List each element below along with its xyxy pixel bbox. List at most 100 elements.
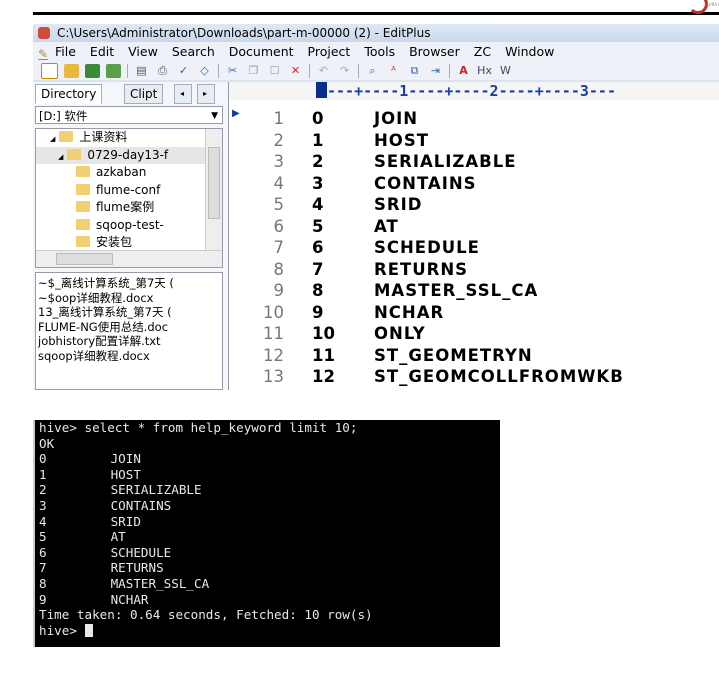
row-id: 6 [39, 544, 47, 560]
browser-icon[interactable]: ◇ [197, 64, 212, 78]
line-keyword: RETURNS [374, 259, 469, 279]
folder-tree: ◢ 上课资料 ◢ 0729-day13-f azkaban flume-conf f… [35, 128, 223, 268]
open-folder-icon[interactable] [64, 63, 79, 78]
line-id: 10 [312, 324, 335, 343]
file-item[interactable]: ~$_离线计算系统_第7天 ( [38, 276, 220, 291]
tree-item[interactable]: ◢ 上课资料 [36, 129, 222, 147]
line-number: 2 [273, 130, 285, 150]
terminal-row: 2 SERIALIZABLE [39, 482, 500, 498]
tab-directory[interactable]: Directory [35, 84, 103, 104]
tree-vertical-scrollbar[interactable] [205, 129, 222, 251]
file-item[interactable]: ~$oop详细教程.docx [38, 291, 220, 306]
file-item[interactable]: jobhistory配置详解.txt [38, 334, 220, 349]
menu-tools[interactable]: Tools [364, 44, 395, 59]
row-keyword: HOST [110, 466, 141, 482]
terminal-cutoff-line [33, 413, 500, 420]
row-keyword: RETURNS [110, 560, 164, 576]
line-keyword: NCHAR [374, 302, 445, 322]
tree-item[interactable]: ◢ 0729-day13-f [36, 146, 222, 164]
tree-item[interactable]: azkaban [36, 164, 222, 182]
row-keyword: AT [110, 529, 126, 545]
undo-icon[interactable]: ↶ [316, 64, 331, 78]
find-in-files-icon[interactable]: ⧉ [407, 64, 422, 78]
toolbar: ▤ ⎙ ✓ ◇ ✂ ❐ ☐ ✕ ↶ ↷ ⌕ ᴬ ⧉ ⇥ A Hx W [33, 61, 719, 80]
line-keyword: HOST [374, 130, 429, 150]
tree-item[interactable]: flume-conf [36, 182, 222, 200]
row-keyword: NCHAR [110, 591, 149, 607]
tab-cliptext[interactable]: Clipt [124, 84, 164, 104]
line-number: 9 [273, 281, 285, 300]
drive-value: [D:] 软件 [39, 109, 88, 123]
tree-item[interactable]: flume案例 [36, 199, 222, 217]
row-id: 0 [39, 451, 47, 467]
word-wrap-icon[interactable]: W [498, 64, 513, 78]
replace-icon[interactable]: ᴬ [386, 64, 401, 78]
row-id: 4 [39, 513, 47, 529]
paste-icon[interactable]: ☐ [267, 64, 282, 78]
goto-line-icon[interactable]: ⇥ [428, 64, 443, 78]
line-keyword: SERIALIZABLE [374, 152, 517, 171]
row-keyword: JOIN [110, 451, 141, 467]
editor-lines: 1 0 JOIN 2 1 HOST 3 2 SERIALIZABLE 4 3 CONTAINS 5 4 SR… [229, 108, 719, 388]
line-keyword: JOIN [374, 109, 419, 128]
print-icon[interactable]: ⎙ [155, 64, 170, 78]
save-icon[interactable] [85, 63, 100, 78]
row-keyword: SCHEDULE [110, 544, 172, 560]
terminal-row: 0 JOIN [39, 451, 500, 467]
tree-item[interactable]: 安装包 [36, 234, 222, 252]
line-id: 2 [312, 152, 324, 171]
redo-icon[interactable]: ↷ [337, 64, 352, 78]
editor-line: 10 9 NCHAR [229, 302, 719, 324]
line-keyword: MASTER_SSL_CA [374, 281, 539, 300]
hex-icon[interactable]: Hx [477, 64, 492, 78]
menu-document[interactable]: Document [229, 44, 294, 59]
editor-line: 1 0 JOIN [229, 108, 719, 130]
menu-zc[interactable]: ZC [474, 44, 491, 59]
row-id: 1 [39, 466, 47, 482]
tab-scroll-right[interactable]: ▸ [197, 84, 215, 104]
tree-item[interactable]: sqoop-test- [36, 217, 222, 235]
find-icon[interactable]: ⌕ [365, 64, 380, 78]
line-keyword: AT [374, 216, 399, 236]
menu-file[interactable]: File [55, 44, 76, 59]
tree-horizontal-scrollbar[interactable] [36, 250, 222, 267]
copy-icon[interactable]: ❐ [246, 64, 261, 78]
menu-view[interactable]: View [128, 44, 158, 59]
file-item[interactable]: 13_离线计算系统_第7天 ( [38, 305, 220, 320]
print-preview-icon[interactable]: ▤ [134, 64, 149, 78]
folder-icon [76, 201, 90, 212]
file-item[interactable]: FLUME-NG使用总结.doc [38, 320, 220, 335]
tab-scroll-left[interactable]: ◂ [174, 84, 192, 104]
delete-icon[interactable]: ✕ [288, 64, 303, 78]
terminal-row: 6 SCHEDULE [39, 545, 500, 561]
file-item[interactable]: sqoop详细教程.docx [38, 349, 220, 364]
line-keyword: SRID [374, 195, 423, 214]
terminal-row: 9 NCHAR [39, 592, 500, 608]
menu-edit[interactable]: Edit [90, 44, 114, 59]
menu-project[interactable]: Project [308, 44, 351, 59]
drive-select[interactable]: [D:] 软件 ▼ [35, 106, 223, 124]
save-all-icon[interactable] [106, 63, 121, 78]
terminal-ok: OK [39, 435, 55, 451]
row-keyword: MASTER_SSL_CA [110, 575, 210, 591]
line-id: 12 [312, 367, 335, 386]
line-number: 11 [263, 324, 284, 343]
chevron-down-icon: ▼ [211, 111, 218, 121]
folder-open-icon [67, 148, 82, 160]
folder-icon [76, 166, 90, 177]
menu-search[interactable]: Search [172, 44, 215, 59]
editor-pane[interactable]: ---+----1----+----2----+----3--- ▶ 1 0 JOI… [228, 82, 719, 390]
row-id: 9 [39, 591, 47, 607]
row-id: 2 [39, 482, 47, 498]
folder-icon [59, 131, 74, 142]
hive-terminal[interactable]: hive> select * from help_keyword limit 1… [33, 420, 500, 647]
editor-line: 6 5 AT [229, 216, 719, 238]
cut-icon[interactable]: ✂ [225, 64, 240, 78]
column-ruler: ---+----1----+----2----+----3--- [229, 82, 719, 100]
spellcheck-icon[interactable]: ✓ [176, 64, 191, 78]
header-rule [33, 12, 719, 15]
new-file-icon[interactable] [41, 62, 58, 79]
menu-window[interactable]: Window [505, 44, 554, 59]
menu-browser[interactable]: Browser [409, 44, 460, 59]
font-icon[interactable]: A [456, 64, 471, 78]
